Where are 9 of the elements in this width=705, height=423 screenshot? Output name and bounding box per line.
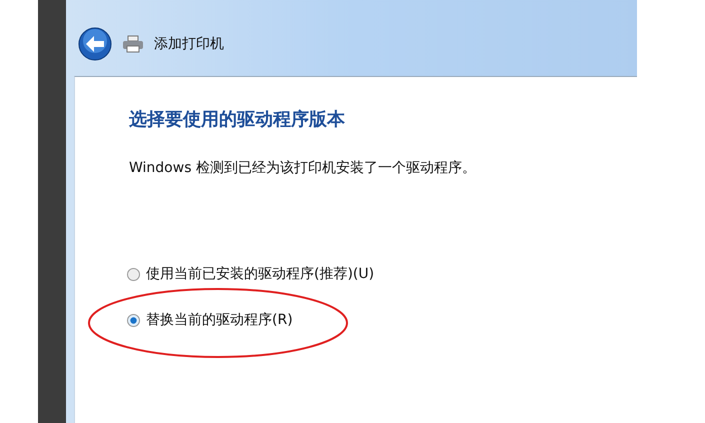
radio-option[interactable]: 使用当前已安装的驱动程序(推荐)(U) bbox=[127, 265, 374, 283]
radio-icon bbox=[127, 314, 140, 326]
message-text: Windows 检测到已经为该打印机安装了一个驱动程序。 bbox=[129, 159, 477, 177]
page-heading: 选择要使用的驱动程序版本 bbox=[129, 108, 346, 131]
radio-option[interactable]: 替换当前的驱动程序(R) bbox=[127, 311, 293, 329]
window-title: 添加打印机 bbox=[154, 35, 224, 53]
back-icon[interactable] bbox=[78, 27, 112, 61]
radio-icon bbox=[127, 268, 140, 280]
printer-icon bbox=[122, 35, 144, 53]
